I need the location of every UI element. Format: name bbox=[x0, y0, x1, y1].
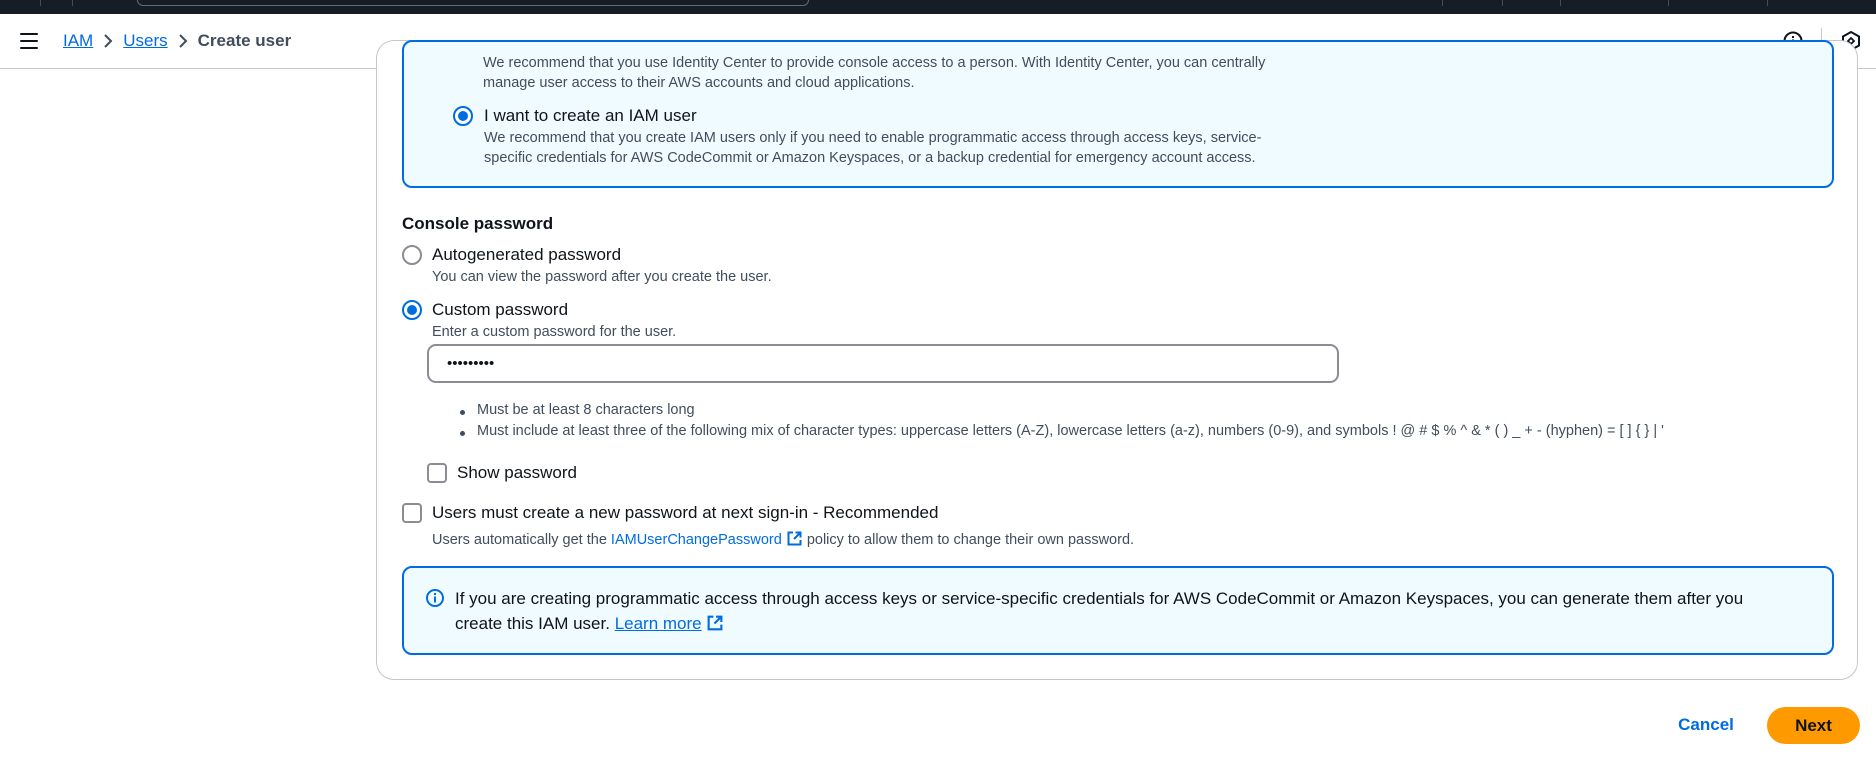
hamburger-menu-icon[interactable] bbox=[20, 33, 40, 49]
iam-user-option-label: I want to create an IAM user bbox=[484, 106, 697, 125]
show-password-checkbox[interactable] bbox=[427, 463, 447, 483]
require-reset-desc-suffix: policy to allow them to change their own… bbox=[806, 532, 1135, 548]
programmatic-access-info-alert: If you are creating programmatic access … bbox=[402, 566, 1834, 655]
iam-user-option-desc-cont: specific credentials for AWS CodeCommit … bbox=[484, 150, 1256, 166]
cancel-button[interactable]: Cancel bbox=[1661, 708, 1751, 742]
autogenerated-password-desc: You can view the password after you crea… bbox=[432, 269, 772, 285]
identity-center-recommendation-cont: manage user access to their AWS accounts… bbox=[483, 75, 915, 91]
custom-password-label: Custom password bbox=[432, 300, 569, 319]
breadcrumb-current: Create user bbox=[197, 31, 292, 50]
breadcrumb-users[interactable]: Users bbox=[123, 31, 167, 51]
show-password-label: Show password bbox=[457, 463, 578, 482]
external-link-icon bbox=[707, 615, 723, 631]
learn-more-link[interactable]: Learn more bbox=[615, 614, 724, 633]
password-requirement: Must be at least 8 characters long bbox=[460, 402, 1664, 423]
nav-divider bbox=[1668, 0, 1669, 6]
nav-divider bbox=[72, 0, 73, 6]
custom-password-radio[interactable] bbox=[402, 300, 422, 320]
autogenerated-password-label: Autogenerated password bbox=[432, 245, 622, 264]
policy-link-text: IAMUserChangePassword bbox=[610, 532, 782, 548]
autogenerated-password-radio[interactable] bbox=[402, 245, 422, 265]
breadcrumb: IAM Users Create user bbox=[63, 31, 291, 51]
password-requirements-list: Must be at least 8 characters long Must … bbox=[460, 402, 1664, 444]
next-button[interactable]: Next bbox=[1767, 707, 1860, 744]
breadcrumb-iam[interactable]: IAM bbox=[63, 31, 93, 51]
nav-divider bbox=[1502, 0, 1503, 6]
password-requirement: Must include at least three of the follo… bbox=[460, 423, 1664, 444]
require-reset-desc: Users automatically get the IAMUserChang… bbox=[432, 530, 1134, 548]
external-link-icon bbox=[787, 531, 802, 546]
info-circle-icon bbox=[425, 588, 445, 608]
iam-user-change-password-link[interactable]: IAMUserChangePassword bbox=[610, 531, 803, 548]
nav-divider bbox=[1442, 0, 1443, 6]
identity-center-recommendation: We recommend that you use Identity Cente… bbox=[483, 55, 1266, 71]
top-nav-bar bbox=[0, 0, 1876, 14]
global-search-field[interactable] bbox=[137, 0, 809, 6]
require-reset-label: Users must create a new password at next… bbox=[432, 503, 939, 522]
chevron-right-icon bbox=[168, 33, 198, 49]
nav-divider bbox=[1560, 0, 1561, 6]
require-reset-desc-prefix: Users automatically get the bbox=[432, 532, 607, 548]
custom-password-desc: Enter a custom password for the user. bbox=[432, 324, 677, 340]
nav-divider bbox=[40, 0, 41, 6]
console-password-title: Console password bbox=[402, 214, 554, 233]
info-alert-text: If you are creating programmatic access … bbox=[455, 586, 1795, 636]
iam-user-radio[interactable] bbox=[453, 106, 473, 126]
custom-password-input[interactable]: ••••••••• bbox=[427, 344, 1339, 383]
nav-divider bbox=[1767, 0, 1768, 6]
chevron-right-icon bbox=[93, 33, 123, 49]
learn-more-text: Learn more bbox=[614, 614, 702, 633]
require-reset-checkbox[interactable] bbox=[402, 503, 422, 523]
iam-user-option-desc: We recommend that you create IAM users o… bbox=[484, 130, 1262, 146]
